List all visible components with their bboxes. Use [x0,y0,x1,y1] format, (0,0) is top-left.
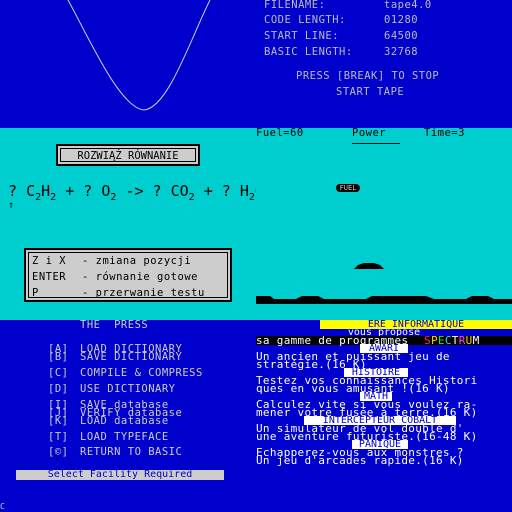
sine-curve-panel [0,0,256,128]
power-readout: Power [352,128,387,139]
power-gauge [352,143,400,144]
start-line-value: 64500 [384,30,419,42]
help-key: ENTER [32,271,67,283]
code-length-label: CODE LENGTH: [264,14,346,26]
menu-key: [D] [48,383,69,395]
lander-icon [354,263,384,269]
lunar-ground [256,296,512,304]
filename-label: FILENAME: [264,0,326,11]
chemistry-panel: ROZWIĄŻ RÓWNANIE ? C2H2 + ? O2 -> ? CO2 … [0,128,256,320]
menu-label: LOAD database [80,415,169,427]
menu-key: [K] [48,415,69,427]
corner-mark: C [0,502,5,511]
menu-label: USE DICTIONARY [80,383,176,395]
spectrum-letter: P [430,334,438,347]
press-menu-panel: THE PRESS [A] LOAD DICTIONARY [B] SAVE D… [0,320,256,512]
status-bar: Select Facility Required [16,470,224,480]
help-desc: - przerwanie testu [82,287,205,299]
filename-value: tape4.0 [384,0,432,11]
page-title: ROZWIĄŻ RÓWNANIE [77,150,179,162]
menu-label: COMPILE & COMPRESS [80,367,203,379]
menu-key: [C] [48,367,69,379]
code-length-value: 01280 [384,14,419,26]
fuel-readout: Fuel=60 [256,128,304,139]
basic-length-value: 32768 [384,46,419,58]
position-cursor-icon: ↑ [8,200,15,211]
fuel-pod-icon: FUEL [336,184,360,192]
menu-label: RETURN TO BASIC [80,446,183,458]
title-box: ROZWIĄŻ RÓWNANIE [56,144,200,166]
help-desc: - zmiana pozycji [82,255,192,267]
panique-line: Un jeu d'arcades rapide.(16 K) [256,454,464,467]
spectrum-letter: C [444,334,452,347]
start-tape-prompt: START TAPE [336,86,405,98]
sine-curve [67,0,211,111]
start-line-label: START LINE: [264,30,340,42]
time-readout: Time=3 [424,128,465,139]
coefficient-slot[interactable]: ? [153,182,162,200]
coefficient-slot[interactable]: ? [8,182,17,200]
menu-key: [T] [48,431,69,443]
loading-status: CHARGEMENT DU PROGRAMME EN COURS [256,486,459,498]
help-key: Z i X [32,255,67,267]
spectrum-letter: S [424,334,431,347]
spectrum-letter: T [451,334,459,347]
menu-title: THE PRESS [80,320,149,331]
tape-header-panel: FILENAME: tape4.0 CODE LENGTH: 01280 STA… [256,0,512,128]
menu-key: [B] [48,351,69,363]
spectrum-letter: R [458,334,466,347]
menu-label: LOAD TYPEFACE [80,431,169,443]
press-break-prompt: PRESS [BREAK] TO STOP [296,70,440,82]
spectrum-letter: M [472,334,480,347]
help-desc: - równanie gotowe [82,271,198,283]
chemical-equation: ? C2H2 + ? O2 -> ? CO2 + ? H2O [8,182,256,203]
controls-help-box: Z i X - zmiana pozycji ENTER - równanie … [24,248,232,302]
lunar-game-panel: Fuel=60 Power Time=3 FUEL [256,128,512,320]
menu-key: [©] [48,446,69,458]
histoire-line: ques en vous amusant !(16 K) [256,382,450,395]
coefficient-slot[interactable]: ? [222,182,231,200]
help-key: P [32,287,39,299]
spectrum-letter: U [465,334,473,347]
catalogue-panel: ERE INFORMATIQUE vous propose sa gamme d… [256,320,512,512]
spectrum-logo: SPECTRUM [424,334,480,347]
menu-label: SAVE DICTIONARY [80,351,183,363]
coefficient-slot[interactable]: ? [83,182,92,200]
basic-length-label: BASIC LENGTH: [264,46,353,58]
spectrum-letter: E [437,334,445,347]
